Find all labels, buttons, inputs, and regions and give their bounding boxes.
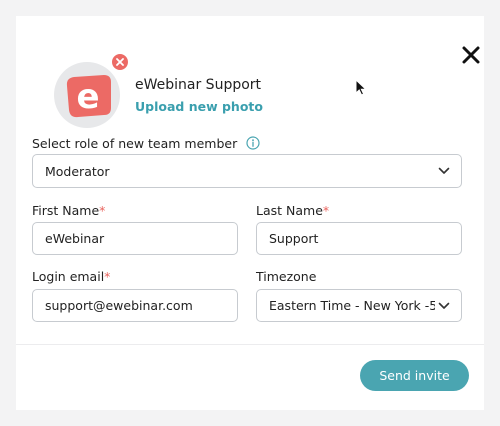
send-invite-button[interactable]: Send invite xyxy=(360,360,469,391)
ewebinar-logo-icon: e xyxy=(66,75,111,118)
email-value: support@ewebinar.com xyxy=(45,298,193,313)
remove-photo-icon xyxy=(116,58,124,66)
first-name-value: eWebinar xyxy=(45,231,105,246)
footer-divider xyxy=(16,344,484,345)
profile-info: eWebinar Support Upload new photo xyxy=(135,77,263,114)
role-label-text: Select role of new team member xyxy=(32,136,238,151)
timezone-label: Timezone xyxy=(256,269,316,284)
last-name-label: Last Name* xyxy=(256,203,329,218)
role-label: Select role of new team member xyxy=(32,136,260,153)
last-name-label-text: Last Name xyxy=(256,203,323,218)
close-button[interactable] xyxy=(460,44,482,66)
avatar[interactable]: e xyxy=(54,62,120,128)
upload-photo-link[interactable]: Upload new photo xyxy=(135,99,263,114)
last-name-input[interactable]: Support xyxy=(256,222,462,255)
info-icon[interactable] xyxy=(246,136,260,153)
svg-text:e: e xyxy=(76,77,99,117)
close-icon xyxy=(462,46,480,64)
email-label-text: Login email xyxy=(32,269,105,284)
mouse-cursor-icon xyxy=(355,79,367,96)
invite-team-member-dialog: e eWebinar Support Upload new photo Sele… xyxy=(16,16,484,410)
timezone-label-text: Timezone xyxy=(256,269,317,284)
chevron-down-icon xyxy=(438,302,450,309)
first-name-input[interactable]: eWebinar xyxy=(32,222,238,255)
required-mark: * xyxy=(99,203,106,218)
avatar-container: e xyxy=(54,52,130,128)
display-name: eWebinar Support xyxy=(135,77,262,93)
remove-photo-button[interactable] xyxy=(110,52,130,72)
last-name-value: Support xyxy=(269,231,319,246)
email-input[interactable]: support@ewebinar.com xyxy=(32,289,238,322)
email-label: Login email* xyxy=(32,269,110,284)
timezone-select-value: Eastern Time - New York -5:00 xyxy=(269,298,435,313)
chevron-down-icon xyxy=(438,167,450,174)
timezone-select[interactable]: Eastern Time - New York -5:00 xyxy=(256,289,462,322)
role-select[interactable]: Moderator xyxy=(32,154,462,188)
first-name-label: First Name* xyxy=(32,203,105,218)
required-mark: * xyxy=(322,203,330,218)
required-mark: * xyxy=(104,269,111,284)
role-select-value: Moderator xyxy=(45,163,110,179)
first-name-label-text: First Name xyxy=(32,203,100,218)
